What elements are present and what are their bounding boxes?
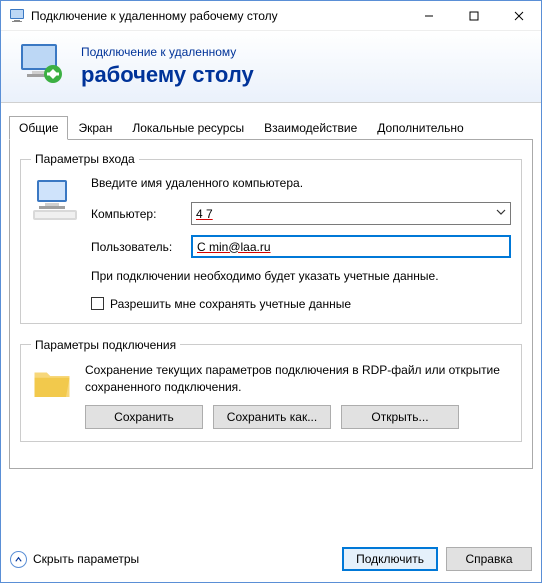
computer-icon <box>31 176 79 224</box>
connection-group: Параметры подключения Сохранение текущих… <box>20 338 522 443</box>
username-value: С min@laa.ru <box>197 240 271 254</box>
computer-label: Компьютер: <box>91 207 191 221</box>
connection-legend: Параметры подключения <box>31 338 180 352</box>
tabs: Общие Экран Локальные ресурсы Взаимодейс… <box>9 115 533 140</box>
tab-general[interactable]: Общие <box>9 116 68 140</box>
header-line2: рабочему столу <box>81 62 254 87</box>
tab-local-resources[interactable]: Локальные ресурсы <box>122 116 254 140</box>
chevron-up-icon <box>10 551 27 568</box>
folder-icon <box>31 362 73 404</box>
titlebar: Подключение к удаленному рабочему столу <box>1 1 541 31</box>
tab-panel: Параметры входа Введите имя удаленного к… <box>9 140 533 469</box>
header: Подключение к удаленному рабочему столу <box>1 31 541 103</box>
tab-advanced[interactable]: Дополнительно <box>367 116 473 140</box>
app-icon <box>9 8 25 24</box>
minimize-button[interactable] <box>406 1 451 31</box>
logon-intro: Введите имя удаленного компьютера. <box>91 176 511 190</box>
tab-experience[interactable]: Взаимодействие <box>254 116 367 140</box>
logon-legend: Параметры входа <box>31 152 139 166</box>
hide-options-label: Скрыть параметры <box>33 552 139 566</box>
save-as-button[interactable]: Сохранить как... <box>213 405 331 429</box>
username-input[interactable]: С min@laa.ru <box>191 235 511 258</box>
header-title: Подключение к удаленному рабочему столу <box>81 39 254 88</box>
maximize-button[interactable] <box>451 1 496 31</box>
help-button[interactable]: Справка <box>446 547 532 571</box>
user-label: Пользователь: <box>91 240 191 254</box>
connection-text: Сохранение текущих параметров подключени… <box>85 362 511 396</box>
credentials-note: При подключении необходимо будет указать… <box>91 268 511 285</box>
computer-combobox[interactable]: 4 7 <box>191 202 511 225</box>
tab-display[interactable]: Экран <box>68 116 122 140</box>
close-button[interactable] <box>496 1 541 31</box>
logon-group: Параметры входа Введите имя удаленного к… <box>20 152 522 324</box>
save-credentials-label: Разрешить мне сохранять учетные данные <box>110 297 351 311</box>
chevron-down-icon <box>496 206 506 220</box>
save-button[interactable]: Сохранить <box>85 405 203 429</box>
hide-options-toggle[interactable]: Скрыть параметры <box>10 551 139 568</box>
save-credentials-checkbox[interactable] <box>91 297 104 310</box>
rdp-icon <box>17 40 65 88</box>
computer-value: 4 7 <box>196 207 213 221</box>
footer: Скрыть параметры Подключить Справка <box>10 547 532 571</box>
open-button[interactable]: Открыть... <box>341 405 459 429</box>
window-title: Подключение к удаленному рабочему столу <box>31 9 406 23</box>
header-line1: Подключение к удаленному <box>81 45 236 59</box>
connect-button[interactable]: Подключить <box>342 547 438 571</box>
